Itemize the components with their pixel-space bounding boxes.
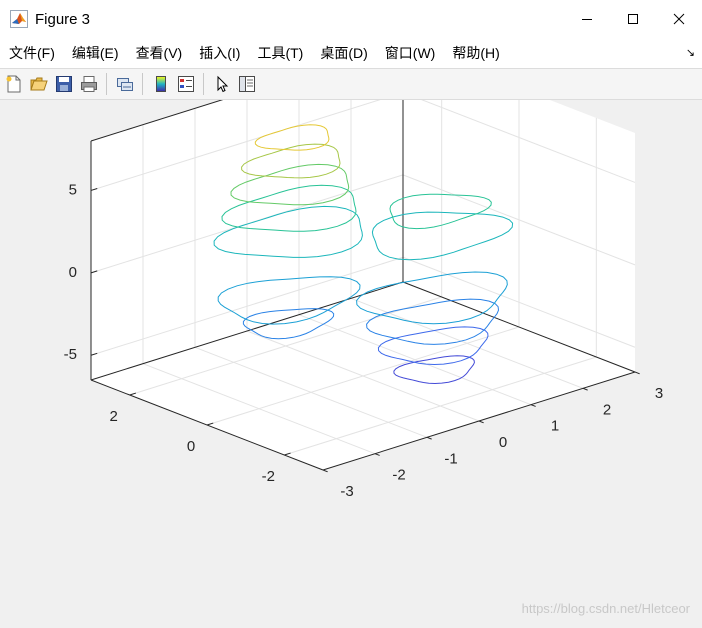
x-tick-label: -1 [444, 450, 457, 467]
x-tick-label: -3 [340, 483, 353, 500]
toolbar [0, 68, 702, 100]
toolbar-separator [106, 73, 107, 95]
menu-edit[interactable]: 编辑(E) [63, 43, 127, 63]
title-bar: Figure 3 [0, 0, 702, 38]
x-tick-label: 0 [499, 434, 507, 451]
toolbar-separator [203, 73, 204, 95]
minimize-button[interactable] [564, 0, 610, 38]
x-tick [322, 469, 328, 473]
minimize-icon [582, 19, 592, 20]
print-icon [81, 76, 97, 92]
open-file-button[interactable] [28, 73, 50, 95]
x-tick [374, 453, 380, 456]
x-tick-label: -2 [392, 467, 405, 484]
print-button[interactable] [78, 73, 100, 95]
x-tick [582, 387, 588, 391]
maximize-icon [628, 14, 638, 24]
window-title: Figure 3 [35, 10, 91, 28]
new-figure-icon [6, 75, 21, 93]
x-tick-label: 2 [603, 401, 611, 418]
x-tick [426, 436, 432, 440]
legend-icon [178, 76, 194, 92]
pointer-icon [217, 75, 229, 93]
menu-bar: 文件(F) 编辑(E) 查看(V) 插入(I) 工具(T) 桌面(D) 窗口(W… [0, 38, 702, 68]
menu-insert[interactable]: 插入(I) [190, 43, 248, 63]
menu-desktop[interactable]: 桌面(D) [311, 43, 375, 63]
legend-button[interactable] [175, 73, 197, 95]
x-tick-label: 3 [655, 385, 663, 402]
menu-file[interactable]: 文件(F) [0, 43, 63, 63]
close-button[interactable] [656, 0, 702, 38]
y-tick-label: 2 [109, 408, 117, 425]
property-editor-button[interactable] [236, 73, 258, 95]
new-figure-button[interactable] [3, 73, 25, 95]
figure-canvas[interactable]: -3 -2 -1 0 1 2 3 -2 0 2 -5 0 5 https://blog.csdn.net/… [0, 100, 702, 628]
toolbar-separator [142, 73, 143, 95]
colorbar-icon [156, 76, 166, 92]
z-tick-label: 0 [69, 264, 77, 281]
link-plot-button[interactable] [114, 73, 136, 95]
z-tick-label: -5 [64, 346, 77, 363]
z-tick-label: 5 [69, 181, 77, 198]
close-icon [673, 13, 685, 25]
menu-tools[interactable]: 工具(T) [248, 43, 311, 63]
menu-help[interactable]: 帮助(H) [443, 43, 507, 63]
figure-window: Figure 3 文件(F) 编辑(E) 查看(V) 插入(I) 工具(T) 桌… [0, 0, 702, 628]
open-file-icon [30, 77, 48, 91]
maximize-button[interactable] [610, 0, 656, 38]
colorbar-button[interactable] [150, 73, 172, 95]
x-tick [634, 371, 640, 375]
menu-window[interactable]: 窗口(W) [376, 43, 444, 63]
link-plot-icon [117, 78, 133, 91]
menu-view[interactable]: 查看(V) [127, 43, 191, 63]
contour3-plot[interactable]: -3 -2 -1 0 1 2 3 -2 0 2 -5 0 5 https://blog.csdn.net/… [0, 100, 702, 628]
y-tick-label: -2 [262, 468, 275, 485]
save-button[interactable] [53, 73, 75, 95]
x-tick [478, 420, 484, 424]
watermark-text: https://blog.csdn.net/Hletceor [522, 601, 691, 616]
dock-arrow-icon[interactable]: ↘ [686, 46, 695, 59]
property-editor-icon [239, 76, 255, 92]
matlab-logo-icon [10, 10, 28, 28]
y-tick-label: 0 [187, 438, 195, 455]
x-tick [530, 404, 536, 407]
pointer-button[interactable] [211, 73, 233, 95]
save-icon [56, 76, 72, 92]
x-tick-label: 1 [551, 418, 559, 435]
